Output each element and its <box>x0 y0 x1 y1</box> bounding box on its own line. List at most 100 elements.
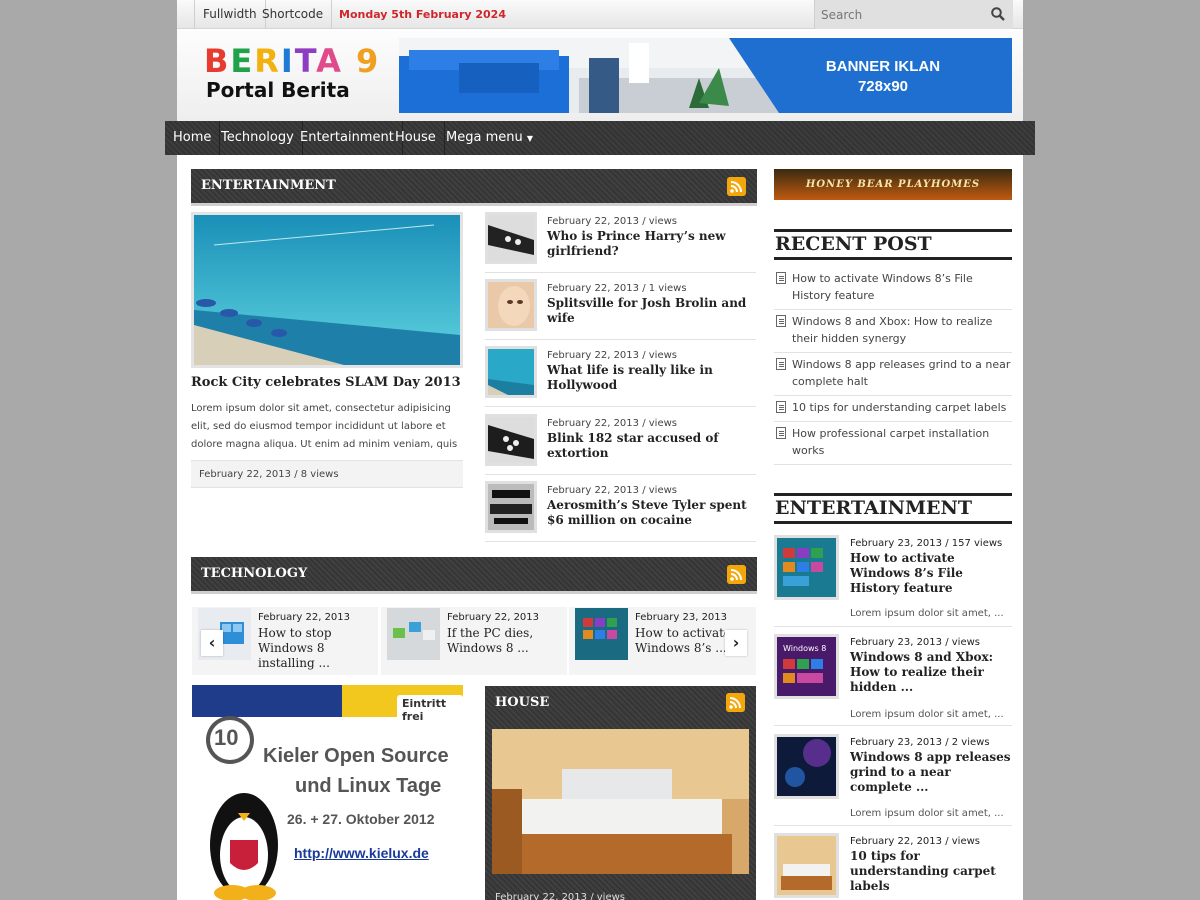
carousel-prev-arrow[interactable]: ‹ <box>201 630 223 656</box>
post-thumbnail <box>774 734 839 799</box>
list-item[interactable]: February 22, 2013 / views Blink 182 star… <box>485 408 756 475</box>
banner-line-2: 728x90 <box>857 78 909 95</box>
logo-title: BERITA 9 <box>204 42 381 80</box>
kiel-ad-dates: 26. + 27. Oktober 2012 <box>287 811 435 827</box>
post-meta: February 22, 2013 / views <box>547 485 677 496</box>
win8-label: Windows 8 <box>783 644 826 653</box>
nav-technology[interactable]: Technology <box>213 121 303 155</box>
recent-post-item[interactable]: Windows 8 app releases grind to a near c… <box>774 356 1012 396</box>
post-title[interactable]: 10 tips for understanding carpet labels <box>850 849 1012 894</box>
post-title[interactable]: Who is Prince Harry’s new girlfriend? <box>547 229 752 259</box>
post-title[interactable]: Windows 8 and Xbox: How to realize their… <box>850 650 1012 695</box>
post-title[interactable]: Aerosmith’s Steve Tyler spent $6 million… <box>547 498 752 528</box>
entertainment-section-header: ENTERTAINMENT <box>191 169 757 206</box>
carousel-title[interactable]: How to stop Windows 8 installing ... <box>258 626 376 671</box>
section-title: HOUSE <box>495 695 550 710</box>
recent-post-item[interactable]: How to activate Windows 8’s File History… <box>774 270 1012 310</box>
current-date: Monday 5th February 2024 <box>339 8 506 21</box>
post-title[interactable]: What life is really like in Hollywood <box>547 363 752 393</box>
document-icon <box>776 358 786 370</box>
recent-post-link[interactable]: Windows 8 app releases grind to a near c… <box>792 358 1010 388</box>
rss-icon[interactable] <box>727 177 746 196</box>
sidebar-entertainment-item[interactable]: February 23, 2013 / 2 views Windows 8 ap… <box>774 734 1012 826</box>
kiel-ad-line-1: Kieler Open Source <box>263 745 449 767</box>
post-meta: February 22, 2013 / views <box>547 350 677 361</box>
carousel-thumbnail <box>575 608 628 660</box>
list-item[interactable]: February 22, 2013 / views Aerosmith’s St… <box>485 475 756 542</box>
post-meta: February 23, 2013 / 157 views <box>850 538 1003 549</box>
search-icon[interactable] <box>991 7 1005 21</box>
post-meta: February 23, 2013 / 2 views <box>850 737 990 748</box>
post-title[interactable]: How to activate Windows 8’s File History… <box>850 551 1012 596</box>
list-item[interactable]: February 22, 2013 / 1 views Splitsville … <box>485 273 756 340</box>
banner-text: BANNER IKLAN 728x90 <box>754 38 1012 113</box>
post-meta: February 22, 2013 / views <box>547 216 677 227</box>
list-item[interactable]: February 22, 2013 / views Who is Prince … <box>485 206 756 273</box>
sidebar-ad-text: HONEY BEAR PLAYHOMES <box>805 179 981 190</box>
recent-post-item[interactable]: Windows 8 and Xbox: How to realize their… <box>774 313 1012 353</box>
post-excerpt: Lorem ipsum dolor sit amet, ... <box>850 608 1004 619</box>
kiel-event-ad[interactable]: Eintritt frei 10 Kieler Open Source und … <box>192 685 463 900</box>
recent-post-link[interactable]: How professional carpet installation wor… <box>792 427 989 457</box>
header-banner-ad[interactable]: BANNER IKLAN 728x90 <box>399 38 1012 113</box>
logo-subtitle: Portal Berita <box>206 78 350 102</box>
top-bar: Fullwidth Shortcode Monday 5th February … <box>177 0 1023 29</box>
sidebar-entertainment-heading: ENTERTAINMENT <box>774 493 1012 524</box>
carousel-thumbnail <box>387 608 440 660</box>
recent-post-item[interactable]: How professional carpet installation wor… <box>774 425 1012 465</box>
featured-post-meta: February 22, 2013 / 8 views <box>199 469 339 480</box>
recent-post-heading: RECENT POST <box>774 229 1012 260</box>
search-input[interactable] <box>815 0 975 29</box>
carousel-date: February 22, 2013 <box>258 612 351 623</box>
recent-post-link[interactable]: 10 tips for understanding carpet labels <box>792 401 1006 414</box>
kiel-ad-url[interactable]: http://www.kielux.de <box>294 845 429 861</box>
post-title[interactable]: Blink 182 star accused of extortion <box>547 431 752 461</box>
post-title[interactable]: Windows 8 app releases grind to a near c… <box>850 750 1012 795</box>
recent-post-link[interactable]: How to activate Windows 8’s File History… <box>792 272 973 302</box>
post-meta: February 22, 2013 / 1 views <box>547 283 687 294</box>
featured-beach-image[interactable] <box>191 212 463 368</box>
sidebar-entertainment-item[interactable]: February 23, 2013 / 157 views How to act… <box>774 535 1012 627</box>
post-thumbnail <box>485 212 537 264</box>
document-icon <box>776 427 786 439</box>
rss-icon[interactable] <box>727 565 746 584</box>
nav-house[interactable]: House <box>387 121 445 155</box>
bedroom-photo[interactable] <box>492 729 749 874</box>
document-icon <box>776 315 786 327</box>
post-title[interactable]: Splitsville for Josh Brolin and wife <box>547 296 752 326</box>
featured-post-title[interactable]: Rock City celebrates SLAM Day 2013 <box>191 375 463 390</box>
list-item[interactable]: February 22, 2013 / views What life is r… <box>485 340 756 407</box>
post-thumbnail <box>485 346 537 398</box>
kiel-ad-line-2: und Linux Tage <box>295 775 442 797</box>
document-icon <box>776 401 786 413</box>
beach-photo <box>194 215 460 365</box>
carousel-title[interactable]: If the PC dies, Windows 8 ... <box>447 626 565 656</box>
sidebar-ad-honey-bear[interactable]: HONEY BEAR PLAYHOMES <box>774 169 1012 200</box>
free-entry-badge: Eintritt frei <box>397 695 463 725</box>
technology-section-header: TECHNOLOGY <box>191 557 757 594</box>
recent-post-link[interactable]: Windows 8 and Xbox: How to realize their… <box>792 315 992 345</box>
featured-post-meta-bar: February 22, 2013 / 8 views <box>191 460 463 488</box>
carousel-next-arrow[interactable]: › <box>725 630 747 656</box>
topbar-link-shortcode[interactable]: Shortcode <box>254 0 333 29</box>
document-icon <box>776 272 786 284</box>
sidebar-entertainment-item[interactable]: February 22, 2013 / views 10 tips for un… <box>774 833 1012 900</box>
post-excerpt: Lorem ipsum dolor sit amet, ... <box>850 808 1004 819</box>
post-thumbnail <box>485 481 537 533</box>
recent-post-item[interactable]: 10 tips for understanding carpet labels <box>774 399 1012 422</box>
site-logo[interactable]: BERITA 9 Portal Berita <box>204 44 380 102</box>
carousel-item[interactable]: February 22, 2013 If the PC dies, Window… <box>381 607 567 675</box>
nav-mega-menu[interactable]: Mega menu ▼ <box>438 121 541 155</box>
edition-number: 10 <box>214 725 239 750</box>
carousel-date: February 23, 2013 <box>635 612 728 623</box>
caret-down-icon: ▼ <box>526 134 534 143</box>
post-thumbnail <box>774 833 839 898</box>
rss-icon[interactable] <box>726 693 745 712</box>
carousel-date: February 22, 2013 <box>447 612 540 623</box>
sidebar-entertainment-item[interactable]: Windows 8 February 23, 2013 / views Wind… <box>774 634 1012 726</box>
post-meta: February 22, 2013 / views <box>547 418 677 429</box>
banner-line-1: BANNER IKLAN <box>825 58 941 75</box>
post-thumbnail <box>485 414 537 466</box>
post-thumbnail <box>485 279 537 331</box>
post-thumbnail <box>774 535 839 600</box>
